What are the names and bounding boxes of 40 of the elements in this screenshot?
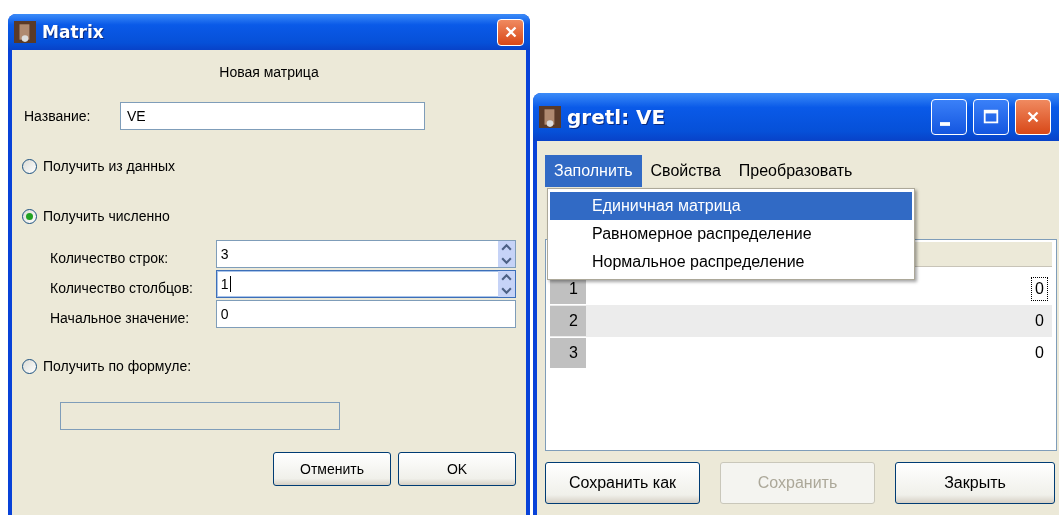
spin-field[interactable]: 1 xyxy=(215,270,516,298)
row-header: 2 xyxy=(550,306,586,336)
name-field[interactable]: VE xyxy=(120,102,425,130)
row-header: 3 xyxy=(550,338,586,368)
maximize-icon xyxy=(982,108,1000,126)
radio-button[interactable] xyxy=(22,208,37,224)
dialog-heading: Новая матрица xyxy=(218,64,320,82)
window-title: gretl: VE xyxy=(567,105,666,129)
close-button[interactable] xyxy=(497,18,524,46)
field-label: Количество строк: xyxy=(50,249,170,266)
menu-item[interactable]: Свойства xyxy=(641,155,730,187)
radio-button[interactable] xyxy=(22,358,37,374)
cancel-button[interactable]: Отменить xyxy=(273,452,391,486)
save-as-button[interactable]: Сохранить как xyxy=(545,462,700,504)
app-icon xyxy=(14,21,36,43)
minimize-button[interactable] xyxy=(931,99,967,135)
menu-item[interactable]: Равномерное распределение xyxy=(550,220,912,248)
close-button[interactable]: Закрыть xyxy=(895,462,1055,504)
ok-button[interactable]: OK xyxy=(398,452,516,486)
table-cell[interactable]: 0 xyxy=(1031,309,1048,333)
maximize-button[interactable] xyxy=(973,99,1009,135)
radio-label: Получить по формуле: xyxy=(43,358,192,374)
radio-label: Получить численно xyxy=(43,208,170,224)
menu-item[interactable]: Заполнить xyxy=(545,155,642,187)
spin-field[interactable]: 3 xyxy=(215,240,516,268)
table-cell[interactable]: 0 xyxy=(1031,277,1048,301)
radio-button[interactable] xyxy=(22,158,37,174)
input-field[interactable]: 0 xyxy=(215,300,516,328)
radio-label: Получить из данных xyxy=(43,158,176,174)
table-cell[interactable]: 0 xyxy=(1031,341,1048,365)
field-label: Количество столбцов: xyxy=(50,279,194,296)
menu-item[interactable]: Преобразовать xyxy=(729,155,862,187)
window-title: Matrix xyxy=(42,22,104,42)
field-label: Начальное значение: xyxy=(50,309,191,326)
name-label: Название: xyxy=(23,108,92,124)
menu-item[interactable]: Нормальное распределение xyxy=(550,248,912,276)
app-icon xyxy=(539,106,561,128)
minimize-icon xyxy=(940,122,950,126)
menu-item[interactable]: Единичная матрица xyxy=(550,192,912,220)
close-button[interactable] xyxy=(1015,99,1051,135)
